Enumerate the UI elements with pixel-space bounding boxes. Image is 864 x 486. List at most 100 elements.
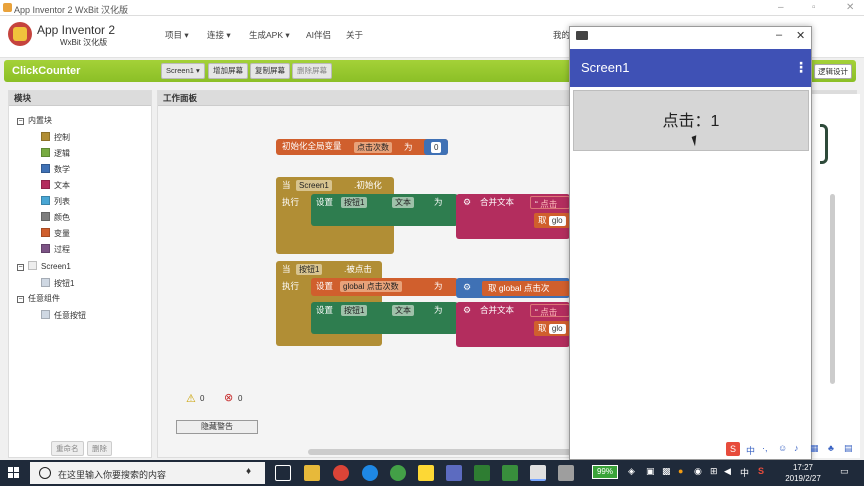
component-dropdown[interactable]: 按钮1 [341,197,368,208]
get-var-block[interactable]: 取 glo [534,213,570,228]
minimize-icon[interactable]: – [778,2,784,13]
ime-language-tray[interactable]: 中 [740,466,749,479]
app-icon-bird[interactable] [446,465,462,481]
gear-icon[interactable]: ⚙ [463,280,471,294]
shield-icon[interactable]: ◈ [628,466,635,477]
camtasia-recorder-icon[interactable] [502,465,518,481]
emulator-taskbar-icon[interactable] [558,465,574,481]
edge-icon[interactable] [362,465,378,481]
hide-warnings-button[interactable]: 隐藏警告 [176,420,258,434]
app-scroll-area [800,97,805,387]
close-icon[interactable]: ✕ [846,2,854,13]
block-label-to: 为 [434,305,443,315]
emoji-icon[interactable]: ☺ [778,443,787,453]
task-view-icon[interactable] [275,465,291,481]
component-dropdown[interactable]: 按钮1 [341,305,368,316]
horizontal-scrollbar[interactable] [308,449,608,455]
chrome-icon[interactable] [333,465,349,481]
menu-ai-companion[interactable]: AI伴侣 [306,29,331,41]
text-literal-block[interactable]: “ 点击 [530,196,570,209]
close-icon[interactable]: ✕ [796,29,805,42]
tray-app-icon[interactable]: ◉ [694,466,702,477]
app-icon-yellow[interactable] [418,465,434,481]
file-explorer-icon[interactable] [304,465,320,481]
add-screen-button[interactable]: 增加屏幕 [208,63,248,79]
tray-app-icon[interactable]: ▣ [646,466,655,477]
menu-my-projects[interactable]: 我的 [553,29,570,41]
delete-button[interactable]: 删除 [87,441,112,456]
menu-connect[interactable]: 连接 ▾ [207,29,231,41]
taskbar-search-input[interactable]: 在这里输入你要搜索的内容 ♦ [30,462,265,484]
blocks-panel: 模块 − 内置块 控制 逻辑 数学 文本 列表 颜色 变量 过程 − Screen1… [8,90,152,458]
keyboard-icon[interactable]: ▦ [810,443,819,454]
block-category-color[interactable]: 颜色 [41,212,70,223]
360-browser-icon[interactable] [390,465,406,481]
tray-app-icon[interactable]: ▩ [662,466,671,477]
punctuation-icon[interactable]: ·, [762,443,768,453]
network-icon[interactable]: ⊞ [710,466,718,477]
warning-icon[interactable]: ⚠ [186,392,196,405]
battery-indicator[interactable]: 99% [592,465,618,479]
var-dropdown[interactable]: global 点击次数 [340,281,402,292]
menu-project[interactable]: 项目 ▾ [165,29,189,41]
maximize-icon[interactable]: ▫ [812,2,816,13]
toolbox-icon[interactable]: ▤ [844,443,853,454]
rename-button[interactable]: 重命名 [51,441,84,456]
camtasia-icon[interactable] [474,465,490,481]
vertical-scrollbar[interactable] [830,194,835,384]
property-dropdown[interactable]: 文本 [392,197,414,208]
notification-icon[interactable]: ▭ [840,466,849,477]
block-category-variable[interactable]: 变量 [41,228,70,239]
tree-screen1[interactable]: − Screen1 [17,261,71,272]
collapse-icon[interactable]: − [17,264,24,271]
microphone-icon[interactable]: ♪ [794,443,799,453]
var-name-field[interactable]: 点击次数 [354,142,392,153]
delete-screen-button[interactable]: 删除屏幕 [292,63,332,79]
collapse-icon[interactable]: − [17,118,24,125]
ime-language[interactable]: 中 [746,444,755,457]
screen-select[interactable]: Screen1 ▾ [161,63,205,79]
microphone-icon[interactable]: ♦ [246,466,251,477]
menu-about[interactable]: 关于 [346,29,363,41]
tree-button1[interactable]: 按钮1 [41,278,74,289]
number-value[interactable]: 0 [431,142,442,153]
trash-icon[interactable] [820,124,828,164]
tree-any-component[interactable]: − 任意组件 [17,294,60,304]
tree-builtin[interactable]: − 内置块 [17,116,52,126]
gear-icon[interactable]: ⚙ [463,195,471,209]
text-literal-block[interactable]: “ 点击 [530,304,570,317]
block-category-control[interactable]: 控制 [41,132,70,143]
component-dropdown[interactable]: 按钮1 [296,264,323,275]
overflow-menu-icon[interactable]: ⋮ [794,59,808,76]
block-category-procedure[interactable]: 过程 [41,244,70,255]
tray-app-icon[interactable]: ● [678,466,683,476]
sogou-ime-icon[interactable]: S [726,442,740,456]
minimize-icon[interactable]: – [776,29,782,41]
get-global-block[interactable]: 取 global 点击次 [482,281,570,296]
logic-design-button[interactable]: 逻辑设计 [814,64,852,79]
collapse-icon[interactable]: − [17,296,24,303]
component-dropdown[interactable]: Screen1 [296,180,332,191]
copy-screen-button[interactable]: 复制屏幕 [250,63,290,79]
block-label-to: 为 [434,197,443,207]
error-icon[interactable]: ⊗ [224,391,233,404]
sogou-tray-icon[interactable]: S [758,466,764,476]
block-category-math[interactable]: 数学 [41,164,70,175]
menu-build-apk[interactable]: 生成APK ▾ [249,29,290,41]
block-category-list[interactable]: 列表 [41,196,70,207]
block-category-logic[interactable]: 逻辑 [41,148,70,159]
get-var-block[interactable]: 取 glo [534,321,570,336]
windows-start-icon[interactable] [8,467,20,479]
block-category-text[interactable]: 文本 [41,180,70,191]
project-name: ClickCounter [12,65,81,77]
search-placeholder: 在这里输入你要搜索的内容 [58,470,167,480]
property-dropdown[interactable]: 文本 [392,305,414,316]
tree-any-button[interactable]: 任意按钮 [41,310,86,321]
system-clock[interactable]: 17:27 2019/2/27 [778,462,828,484]
skin-icon[interactable]: ♣ [828,443,834,453]
windows-taskbar: 在这里输入你要搜索的内容 ♦ 99% ◈ ▣ ▩ ● ◉ ⊞ ◀ 中 S 17:… [0,460,864,486]
volume-icon[interactable]: ◀ [724,466,731,477]
counter-button[interactable]: 点击：1 [573,90,809,151]
app-inventor-taskbar-icon[interactable] [530,465,546,481]
gear-icon[interactable]: ⚙ [463,303,471,317]
